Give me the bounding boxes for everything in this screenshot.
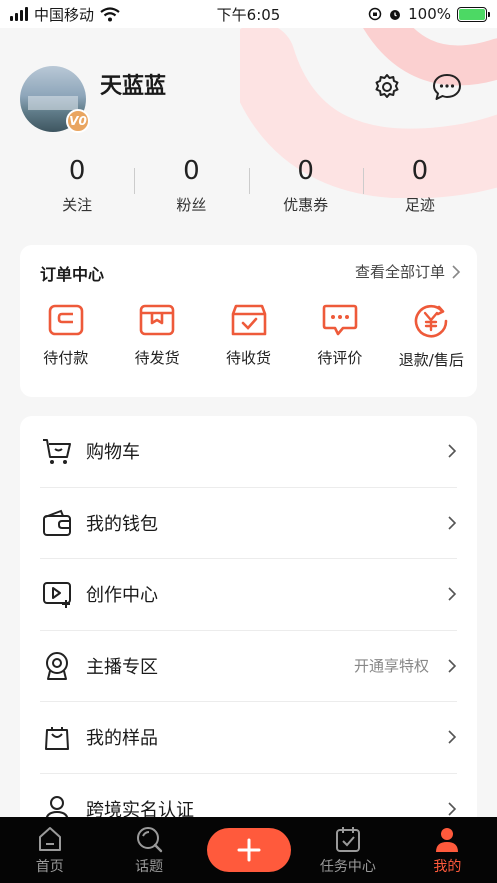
profile-header: V0 天蓝蓝 0 关注 0 粉丝 0 优惠券 0 足迹 (0, 28, 497, 238)
wifi-icon (100, 6, 120, 21)
shipping-box-icon (139, 304, 175, 336)
menu-item-cart[interactable]: 购物车 (40, 416, 457, 488)
menu-item-creator-center[interactable]: 创作中心 (40, 559, 457, 631)
chevron-right-icon (448, 444, 457, 458)
bottom-tab-bar: 首页 话题 任务中心 我的 (0, 817, 497, 883)
plus-icon (237, 838, 261, 862)
username[interactable]: 天蓝蓝 (100, 68, 166, 100)
order-pending-payment[interactable]: 待付款 (20, 303, 111, 370)
stat-value: 0 (68, 156, 86, 186)
order-center-title: 订单中心 (40, 265, 105, 284)
settings-button[interactable] (370, 70, 404, 104)
stat-footprints[interactable]: 0 足迹 (362, 156, 477, 215)
tab-label: 话题 (135, 858, 164, 875)
menu-item-wallet[interactable]: 我的钱包 (40, 488, 457, 559)
search-topic-icon (137, 826, 163, 852)
signal-icon (10, 7, 28, 21)
level-badge: V0 (66, 109, 90, 133)
publish-button[interactable] (206, 828, 291, 872)
home-icon (38, 826, 61, 851)
orientation-lock-icon (368, 7, 382, 21)
tab-mine[interactable]: 我的 (398, 825, 497, 876)
cart-icon (43, 439, 71, 465)
wallet-card-icon (48, 304, 84, 336)
order-item-label: 待收货 (226, 349, 272, 367)
tab-task-center[interactable]: 任务中心 (298, 825, 397, 876)
sample-bag-icon (45, 727, 69, 751)
order-pending-shipment[interactable]: 待发货 (111, 303, 202, 370)
tab-home[interactable]: 首页 (0, 825, 99, 876)
menu-item-label: 我的样品 (86, 728, 158, 750)
menu-item-samples[interactable]: 我的样品 (40, 702, 457, 774)
stats-row: 0 关注 0 粉丝 0 优惠券 0 足迹 (20, 156, 477, 215)
order-item-label: 待付款 (43, 349, 89, 367)
stat-label: 足迹 (404, 196, 435, 214)
stat-following[interactable]: 0 关注 (20, 156, 134, 215)
task-calendar-icon (335, 826, 360, 852)
order-pending-review[interactable]: 待评价 (294, 303, 385, 370)
stat-value: 0 (297, 156, 314, 186)
video-create-icon (43, 582, 71, 609)
carrier-label: 中国移动 (34, 5, 95, 24)
menu-item-label: 购物车 (86, 442, 140, 464)
order-pending-receipt[interactable]: 待收货 (203, 303, 294, 370)
tab-label: 我的 (433, 858, 462, 875)
menu-item-label: 创作中心 (86, 585, 158, 607)
menu-list: 购物车 我的钱包 创作中心 主播专区 开通享特权 我的样品 跨境实名认证 (20, 416, 477, 846)
messages-button[interactable] (430, 70, 464, 104)
streamer-camera-icon (46, 651, 68, 680)
stat-coupons[interactable]: 0 优惠券 (248, 156, 363, 215)
menu-item-label: 主播专区 (86, 656, 158, 678)
chevron-right-icon (448, 659, 457, 673)
chat-bubble-icon (433, 74, 461, 100)
profile-icon (436, 827, 459, 852)
chevron-right-icon (448, 516, 457, 530)
menu-item-label: 我的钱包 (86, 513, 158, 535)
order-item-label: 退款/售后 (398, 351, 464, 369)
menu-item-extra: 开通享特权 (353, 657, 429, 676)
refund-yen-icon (415, 304, 448, 338)
chevron-right-icon (452, 264, 461, 279)
menu-item-streamer-zone[interactable]: 主播专区 开通享特权 (40, 631, 457, 702)
wallet-icon (43, 509, 71, 536)
comment-icon (322, 304, 358, 336)
tab-label: 首页 (35, 858, 64, 875)
stat-label: 优惠券 (283, 196, 329, 214)
order-item-label: 待发货 (134, 349, 180, 367)
chevron-right-icon (448, 730, 457, 744)
battery-percent: 100% (408, 5, 451, 23)
order-center-card: 订单中心 查看全部订单 待付款 待发货 待收货 待评价 退款/售后 (20, 245, 477, 397)
order-refund-aftersale[interactable]: 退款/售后 (386, 303, 477, 370)
tab-label: 任务中心 (319, 858, 376, 875)
receive-box-icon (231, 304, 266, 336)
alarm-icon (390, 10, 401, 20)
stat-value: 0 (183, 156, 200, 186)
tab-topics[interactable]: 话题 (99, 825, 198, 876)
stat-label: 关注 (62, 196, 93, 214)
stat-value: 0 (411, 156, 429, 186)
battery-icon (457, 6, 490, 22)
order-item-label: 待评价 (317, 349, 363, 367)
view-all-orders-label: 查看全部订单 (354, 263, 445, 281)
view-all-orders-link[interactable]: 查看全部订单 (355, 261, 461, 282)
stat-fans[interactable]: 0 粉丝 (134, 156, 248, 215)
stat-label: 粉丝 (176, 196, 207, 214)
status-bar: 中国移动 下午6:05 100% (0, 0, 497, 28)
chevron-right-icon (448, 802, 457, 816)
chevron-right-icon (448, 587, 457, 601)
gear-icon (375, 74, 399, 98)
tab-publish[interactable] (199, 828, 298, 872)
